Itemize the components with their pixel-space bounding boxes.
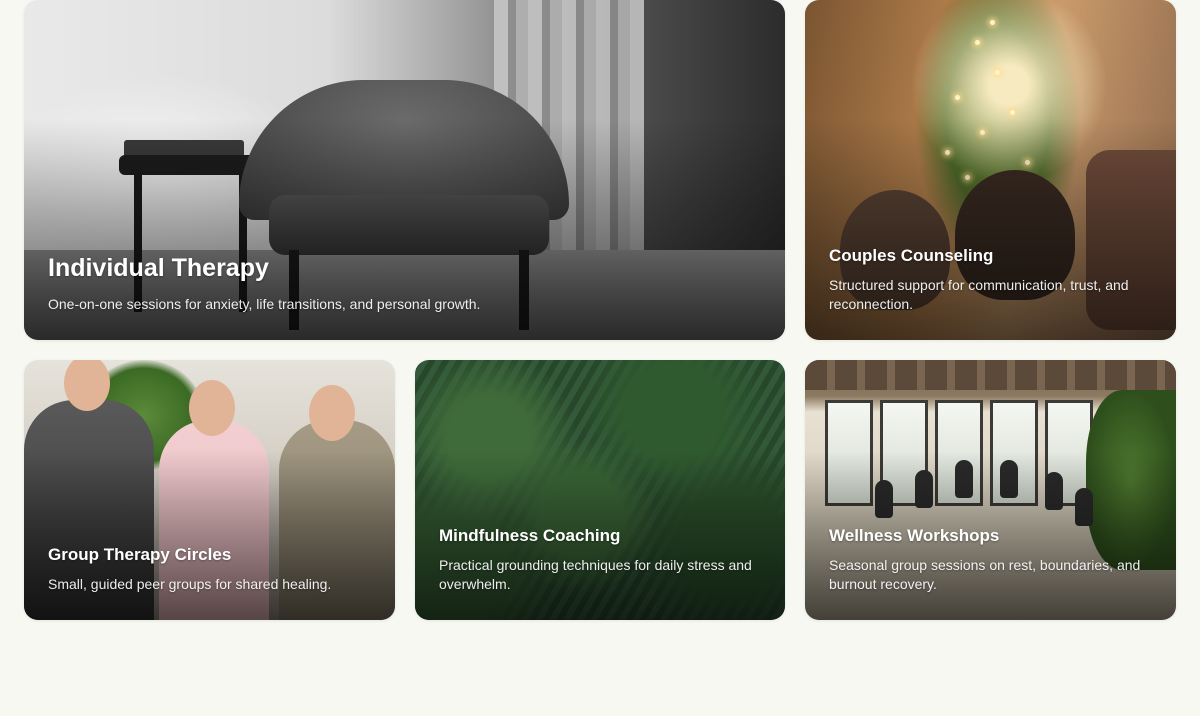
card-title: Couples Counseling [829, 246, 994, 265]
card-description: One-on-one sessions for anxiety, life tr… [48, 296, 481, 312]
service-card-mindfulness-coaching[interactable]: Mindfulness Coaching Practical grounding… [415, 360, 785, 620]
service-card-group-therapy-circles[interactable]: Group Therapy Circles Small, guided peer… [24, 360, 395, 620]
card-title: Group Therapy Circles [48, 545, 232, 564]
card-description: Structured support for communication, tr… [829, 277, 1129, 312]
card-description: Seasonal group sessions on rest, boundar… [829, 557, 1141, 592]
card-description: Small, guided peer groups for shared hea… [48, 576, 332, 592]
service-card-individual-therapy[interactable]: Individual Therapy One-on-one sessions f… [24, 0, 785, 340]
card-title: Individual Therapy [48, 254, 269, 282]
service-card-couples-counseling[interactable]: Couples Counseling Structured support fo… [805, 0, 1176, 340]
card-title: Mindfulness Coaching [439, 526, 621, 545]
service-card-wellness-workshops[interactable]: Wellness Workshops Seasonal group sessio… [805, 360, 1176, 620]
card-description: Practical grounding techniques for daily… [439, 557, 752, 592]
card-title: Wellness Workshops [829, 526, 1000, 545]
